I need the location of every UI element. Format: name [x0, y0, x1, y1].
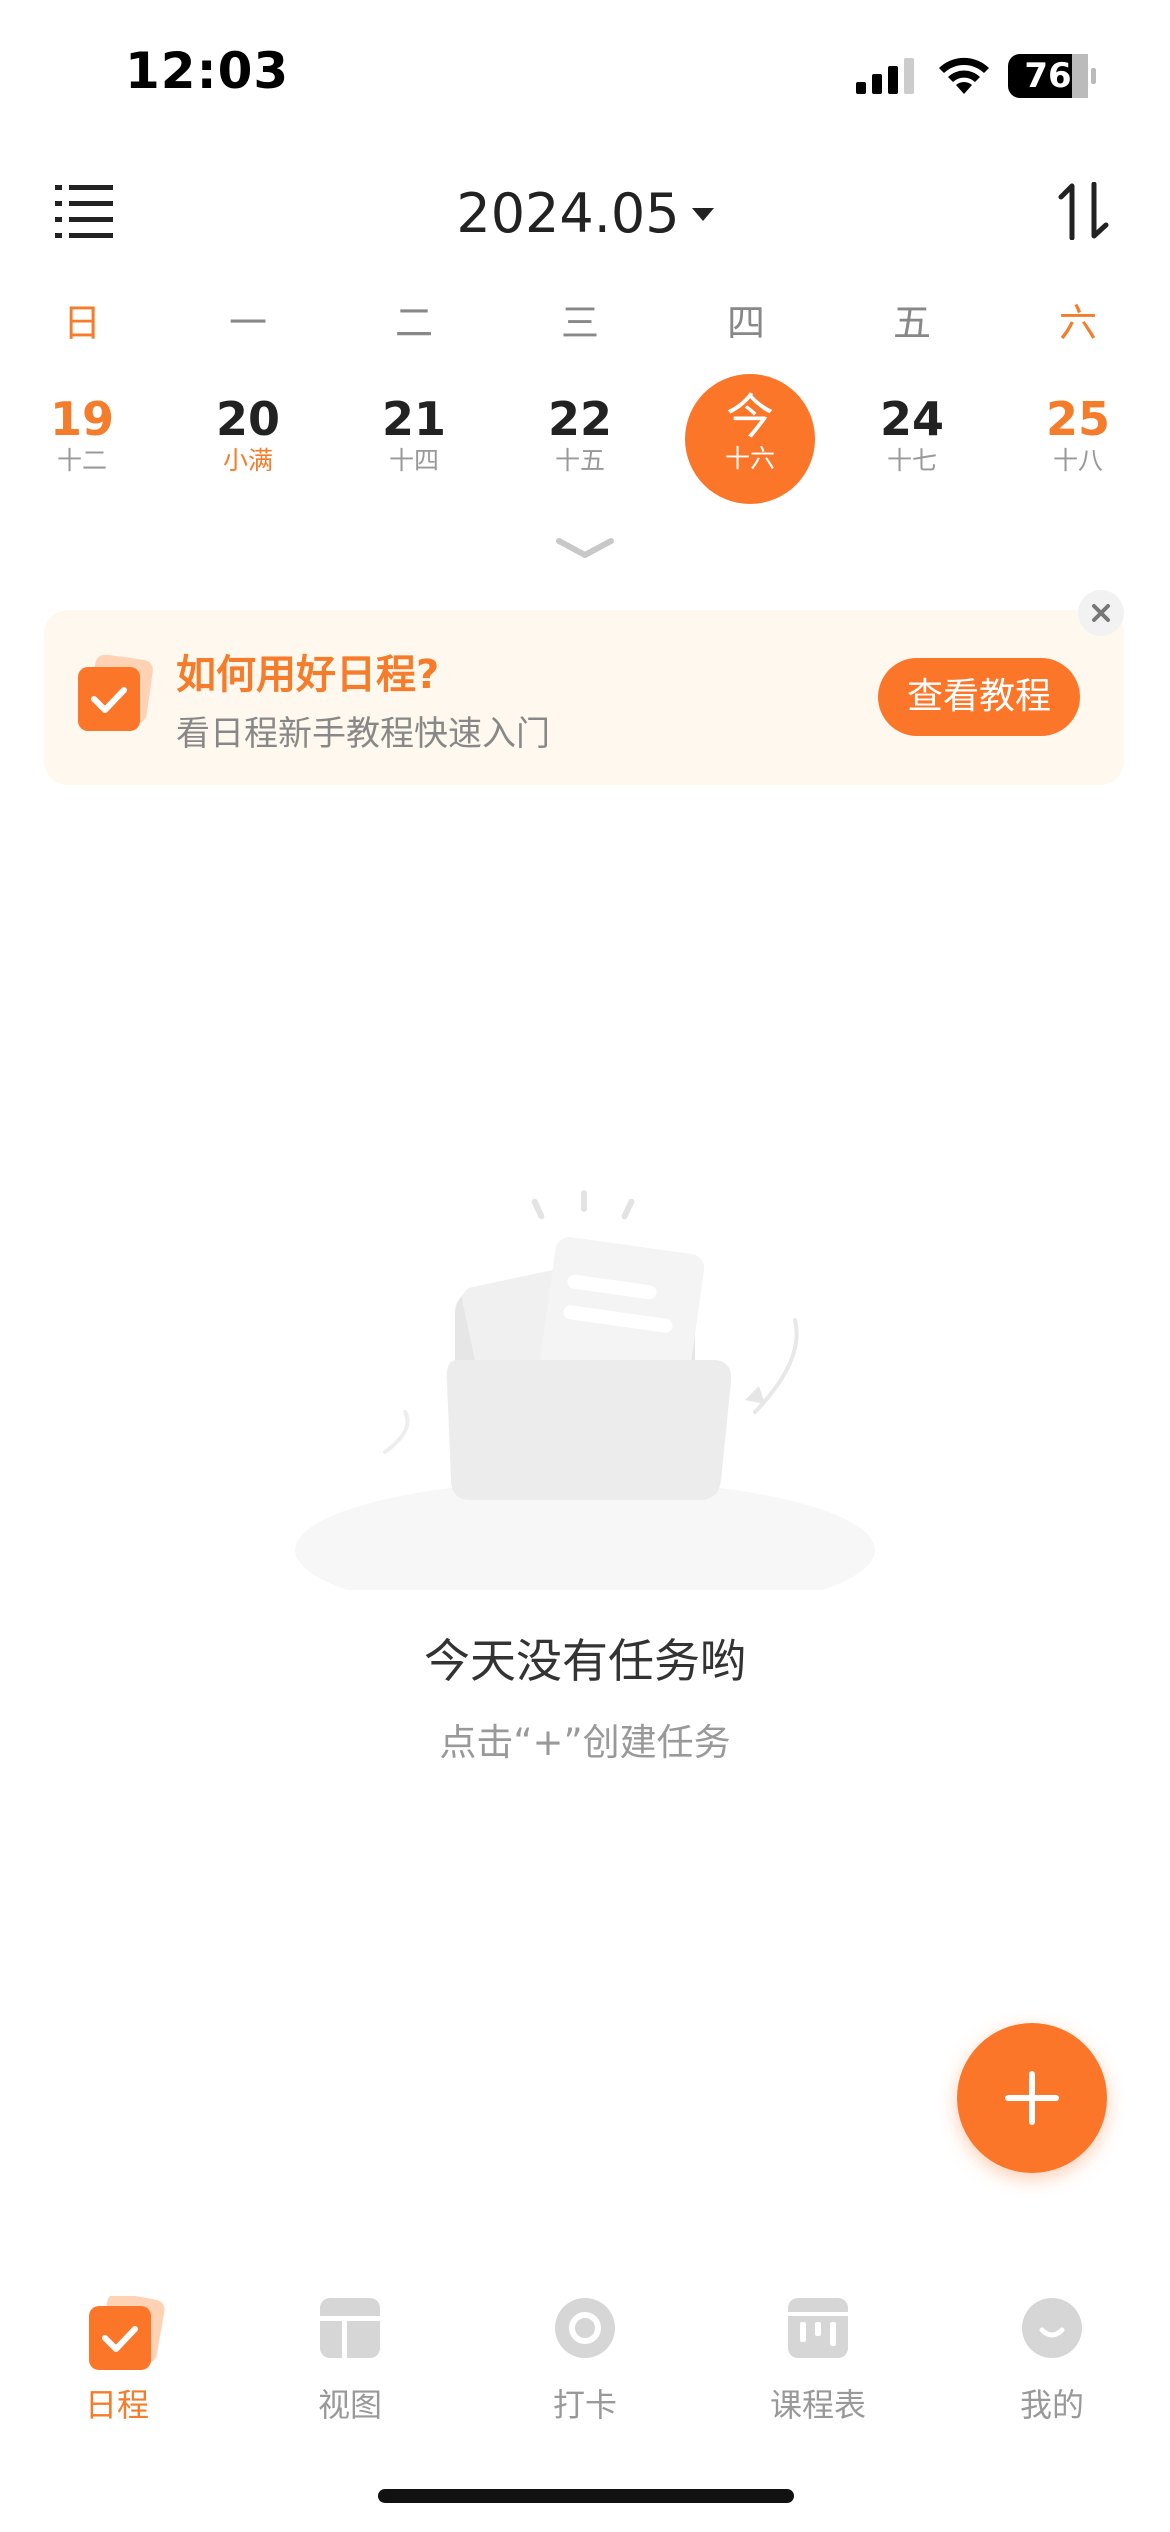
weekday-tue: 二 — [394, 301, 433, 345]
tab-label: 我的 — [1019, 2386, 1084, 2424]
date-cell[interactable]: 21 十四 — [344, 372, 484, 512]
caret-down-icon — [691, 207, 714, 221]
date-cell[interactable]: 25 十八 — [1008, 372, 1148, 512]
empty-state-title: 今天没有任务哟 — [424, 1634, 746, 1688]
status-time: 12:03 — [125, 42, 290, 100]
weekday-wed: 三 — [560, 301, 599, 345]
lunar-date: 十八 — [1052, 446, 1103, 475]
schedule-icon — [89, 2296, 165, 2370]
bottom-tab-bar: 日程 视图 打卡 课程表 我的 — [0, 2260, 1170, 2424]
lunar-date: 十五 — [554, 446, 605, 475]
lunar-date: 十六 — [724, 444, 775, 473]
weekday-row: 日 一 二 三 四 五 六 — [0, 292, 1170, 352]
home-indicator — [378, 2489, 794, 2503]
tab-label: 视图 — [317, 2386, 382, 2424]
weekday-mon: 一 — [228, 301, 267, 345]
profile-icon — [1022, 2298, 1082, 2358]
chevron-down-icon[interactable] — [555, 536, 615, 560]
view-icon — [320, 2298, 380, 2358]
tab-check-in[interactable]: 打卡 — [485, 2260, 685, 2424]
sort-icon[interactable] — [1058, 182, 1110, 240]
date-number: 20 — [215, 392, 280, 446]
date-number: 19 — [49, 392, 114, 446]
wifi-icon — [939, 57, 989, 94]
plus-icon — [1005, 2071, 1059, 2125]
banner-close-button[interactable] — [1078, 590, 1124, 636]
banner-title: 如何用好日程? — [176, 652, 440, 698]
week-date-strip: 19 十二 20 小满 21 十四 22 十五 今 十六 24 十七 25 十八 — [0, 372, 1170, 512]
empty-folder-illustration — [295, 1190, 875, 1590]
tab-label: 日程 — [84, 2386, 149, 2424]
check-in-icon — [555, 2298, 615, 2358]
weekday-fri: 五 — [892, 301, 931, 345]
weekday-sat: 六 — [1058, 301, 1097, 345]
view-tutorial-button[interactable]: 查看教程 — [878, 658, 1080, 736]
tab-profile[interactable]: 我的 — [952, 2260, 1152, 2424]
status-bar: 12:03 76 — [0, 0, 1170, 150]
month-selector[interactable]: 2024.05 — [0, 182, 1170, 245]
battery-level: 76 — [1024, 56, 1072, 96]
date-cell[interactable]: 20 小满 — [178, 372, 318, 512]
calendar-header: 2024.05 — [0, 160, 1170, 270]
date-cell-today[interactable]: 今 十六 — [680, 372, 820, 512]
tutorial-banner[interactable]: 如何用好日程? 看日程新手教程快速入门 查看教程 — [44, 610, 1124, 785]
tab-view[interactable]: 视图 — [250, 2260, 450, 2424]
date-cell[interactable]: 19 十二 — [12, 372, 152, 512]
lunar-date: 十四 — [388, 446, 439, 475]
tab-schedule[interactable]: 日程 — [17, 2260, 217, 2424]
lunar-date: 十七 — [886, 446, 937, 475]
date-number: 24 — [879, 392, 944, 446]
month-label: 2024.05 — [456, 182, 680, 245]
tab-timetable[interactable]: 课程表 — [718, 2260, 918, 2424]
today-label: 今 — [725, 389, 774, 445]
schedule-check-icon — [78, 655, 153, 731]
date-number: 25 — [1045, 392, 1110, 446]
solar-term-label: 小满 — [222, 446, 273, 475]
banner-subtitle: 看日程新手教程快速入门 — [176, 714, 550, 754]
date-cell[interactable]: 24 十七 — [842, 372, 982, 512]
date-cell[interactable]: 22 十五 — [510, 372, 650, 512]
date-number: 22 — [547, 392, 612, 446]
lunar-date: 十二 — [56, 446, 107, 475]
date-number: 21 — [381, 392, 446, 446]
tab-label: 打卡 — [552, 2386, 617, 2424]
tab-label: 课程表 — [769, 2386, 866, 2424]
weekday-sun: 日 — [62, 301, 101, 345]
weekday-thu: 四 — [726, 301, 765, 345]
close-icon — [1092, 604, 1110, 622]
timetable-icon — [788, 2298, 848, 2358]
app-screen: 12:03 76 2024.05 日 一 二 三 四 五 六 19 十二 20 … — [0, 0, 1170, 2532]
add-task-button[interactable] — [957, 2023, 1107, 2173]
cellular-signal-icon — [856, 58, 914, 94]
empty-state-hint: 点击“+”创建任务 — [439, 1721, 731, 1764]
